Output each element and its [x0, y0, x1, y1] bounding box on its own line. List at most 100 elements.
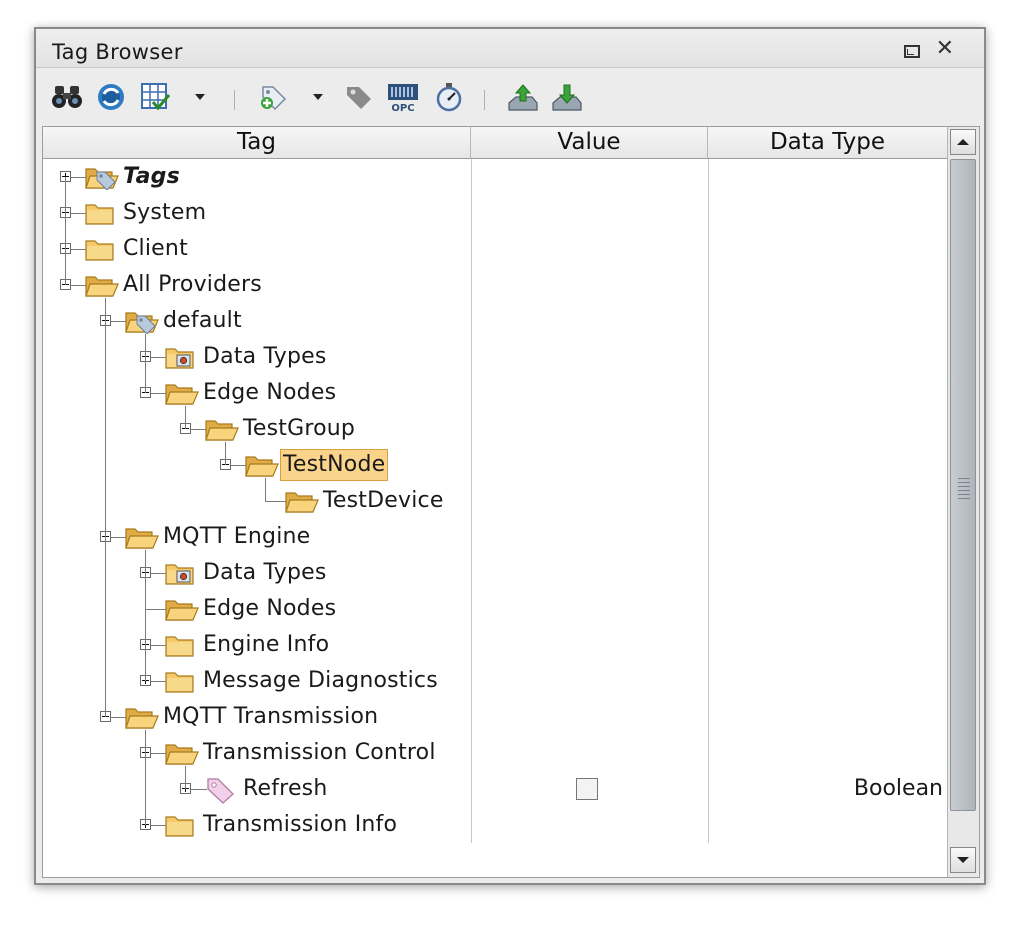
tree-connector: [225, 442, 226, 465]
value-checkbox[interactable]: [576, 778, 598, 800]
tree-node-label: Data Types: [203, 560, 327, 585]
tree-node-label: Tags: [123, 164, 180, 189]
tree-node-label: All Providers: [123, 272, 262, 297]
tree-row[interactable]: Transmission Control: [43, 736, 947, 772]
tag-table: Tag Value Data Type Tags System Client All …: [42, 126, 980, 878]
vertical-scrollbar[interactable]: [947, 127, 979, 877]
title-bar: Tag Browser ✕: [36, 29, 984, 68]
folder-open-icon: [165, 596, 199, 626]
tree-node-label: Transmission Control: [203, 740, 436, 765]
dropdown-arrow-icon[interactable]: [306, 80, 330, 114]
tree-row[interactable]: Edge Nodes: [43, 592, 947, 628]
stopwatch-icon[interactable]: [432, 80, 466, 114]
svg-text:OPC: OPC: [391, 103, 414, 113]
export-icon[interactable]: [506, 80, 540, 114]
tree-node-label: TestNode: [280, 449, 389, 481]
tree-connector: [105, 298, 106, 717]
toolbar-separator: [234, 90, 235, 110]
tree-row[interactable]: Client: [43, 232, 947, 268]
tree-node-label: Data Types: [203, 344, 327, 369]
table-check-icon[interactable]: [138, 80, 172, 114]
opc-icon[interactable]: OPC: [386, 80, 420, 114]
tree-node-label: Message Diagnostics: [203, 668, 438, 693]
tree-node-label: TestDevice: [323, 488, 444, 513]
tree-node-label: MQTT Transmission: [163, 704, 379, 729]
tree-connector: [265, 501, 287, 502]
tree-connector: [145, 334, 146, 393]
dropdown-arrow-icon[interactable]: [188, 80, 212, 114]
folder-icon: [165, 812, 195, 842]
toolbar: OPC: [36, 68, 984, 122]
folder-open-icon: [165, 740, 199, 770]
tree-row[interactable]: Transmission Info: [43, 808, 947, 844]
binoculars-icon[interactable]: [50, 80, 84, 114]
grip-line: [958, 498, 970, 499]
tree-connector: [185, 406, 186, 429]
grip-line: [958, 478, 970, 479]
folder-icon: [85, 236, 115, 266]
tree-row[interactable]: TestDevice: [43, 484, 947, 520]
tree-row[interactable]: TestGroup: [43, 412, 947, 448]
restore-icon[interactable]: [904, 45, 920, 58]
tree-node-label: TestGroup: [243, 416, 356, 441]
tree-row[interactable]: All Providers: [43, 268, 947, 304]
window-title: Tag Browser: [52, 40, 183, 64]
column-header-tag[interactable]: Tag: [43, 127, 471, 159]
folder-icon: [85, 200, 115, 230]
folder-open-icon: [165, 380, 199, 410]
tree-connector: [145, 730, 146, 825]
udt-folder-icon: [165, 560, 195, 590]
scroll-thumb[interactable]: [950, 159, 976, 811]
folder-open-icon: [285, 488, 319, 518]
tree-node-label: Client: [123, 236, 188, 261]
tree-row[interactable]: TestNode: [43, 448, 947, 484]
arrow-down-icon: [957, 857, 969, 863]
tree-node-label: Refresh: [243, 776, 328, 801]
folder-open-icon: [245, 452, 279, 482]
grip-line: [958, 490, 970, 491]
folder-icon: [165, 632, 195, 662]
tag-browser-panel: Tag Browser ✕ OPC Tag Value Data Type Ta…: [34, 27, 986, 885]
tree-node-label: MQTT Engine: [163, 524, 311, 549]
tree-row[interactable]: System: [43, 196, 947, 232]
tree-row[interactable]: default: [43, 304, 947, 340]
refresh-icon[interactable]: [94, 80, 128, 114]
tree-row[interactable]: MQTT Transmission: [43, 700, 947, 736]
tag-folder-icon: [85, 164, 119, 194]
tag-folder-icon: [125, 308, 159, 338]
folder-open-icon: [125, 704, 159, 734]
tag-icon: [205, 776, 235, 808]
tree-row[interactable]: Tags: [43, 160, 947, 196]
tree-connector: [265, 478, 266, 501]
tree-row[interactable]: Refresh Boolean: [43, 772, 947, 808]
folder-open-icon: [85, 272, 119, 302]
tree-connector: [185, 766, 186, 789]
tree-node-label: Edge Nodes: [203, 596, 337, 621]
tree-node-label: Transmission Info: [203, 812, 398, 837]
tree-row[interactable]: Message Diagnostics: [43, 664, 947, 700]
data-type-cell: Boolean: [853, 776, 943, 801]
tree-node-label: System: [123, 200, 207, 225]
tag-grey-icon[interactable]: [342, 80, 376, 114]
column-header-value[interactable]: Value: [471, 127, 708, 159]
folder-icon: [165, 668, 195, 698]
tree-row[interactable]: Data Types: [43, 556, 947, 592]
tree-row[interactable]: Engine Info: [43, 628, 947, 664]
grip-line: [958, 494, 970, 495]
column-header-data-type[interactable]: Data Type: [708, 127, 947, 159]
arrow-up-icon: [957, 139, 969, 145]
tree-connector: [145, 609, 167, 610]
close-icon[interactable]: ✕: [936, 37, 954, 61]
tree-connector: [65, 177, 66, 285]
grip-line: [958, 486, 970, 487]
import-icon[interactable]: [550, 80, 584, 114]
scroll-up-button[interactable]: [950, 129, 976, 155]
tree-connector: [145, 550, 146, 681]
tree-node-label: Engine Info: [203, 632, 330, 657]
tree-row[interactable]: Edge Nodes: [43, 376, 947, 412]
tree-row[interactable]: MQTT Engine: [43, 520, 947, 556]
folder-open-icon: [205, 416, 239, 446]
scroll-down-button[interactable]: [950, 847, 976, 873]
tree-row[interactable]: Data Types: [43, 340, 947, 376]
add-tag-icon[interactable]: [256, 80, 290, 114]
